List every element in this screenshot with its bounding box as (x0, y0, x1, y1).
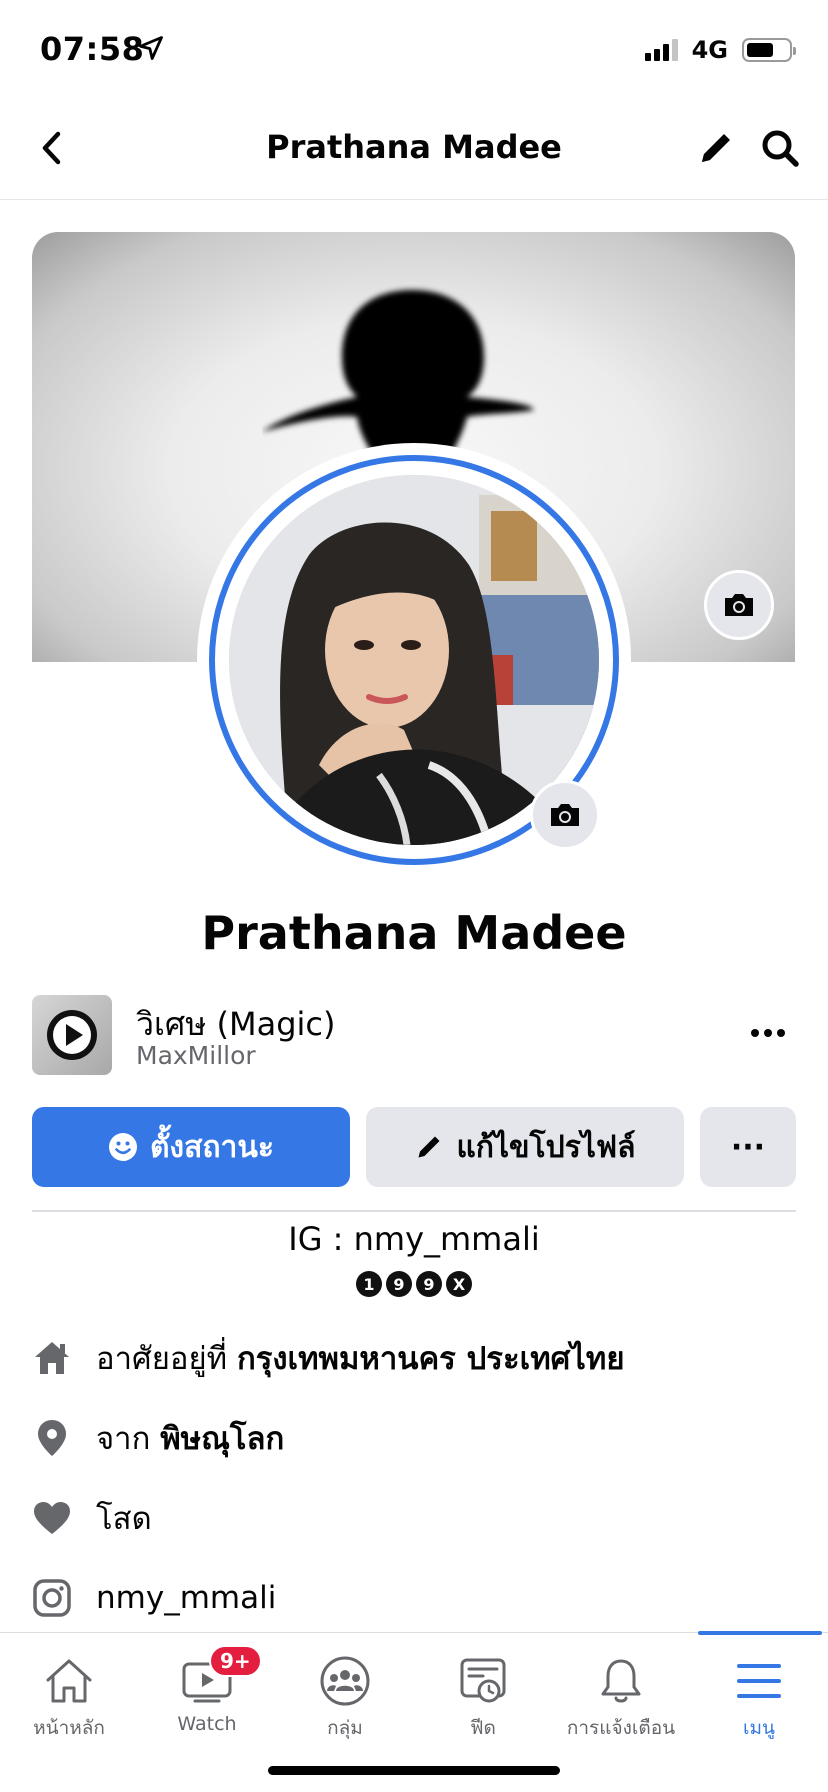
more-horizontal-icon (751, 1029, 785, 1037)
detail-lives-prefix: อาศัยอยู่ที่ (96, 1341, 228, 1377)
profile-actions: ตั้งสถานะ แก้ไขโปรไฟล์ ··· (32, 1107, 796, 1187)
profile-details: อาศัยอยู่ที่ กรุงเทพมหานคร ประเทศไทย จาก… (32, 1318, 796, 1638)
heart-icon (32, 1498, 72, 1538)
feed-icon (453, 1653, 513, 1709)
location-pin-icon (32, 1418, 72, 1458)
detail-relationship-text: โสด (96, 1501, 152, 1537)
home-indicator[interactable] (268, 1766, 560, 1775)
search-icon (762, 130, 799, 167)
camera-icon (725, 594, 753, 616)
battery-icon (742, 38, 796, 62)
bio-badge: 9 (416, 1271, 442, 1297)
tab-groups-label: กลุ่ม (327, 1717, 363, 1739)
menu-icon (729, 1653, 789, 1709)
detail-from-prefix: จาก (96, 1421, 151, 1457)
music-more-button[interactable] (740, 1013, 796, 1053)
detail-instagram-handle[interactable]: nmy_mmali (96, 1580, 276, 1616)
profile-bio: IG : nmy_mmali (288, 1220, 540, 1258)
divider (32, 1210, 796, 1212)
detail-lives-in[interactable]: อาศัยอยู่ที่ กรุงเทพมหานคร ประเทศไทย (32, 1318, 796, 1398)
set-status-button[interactable]: ตั้งสถานะ (32, 1107, 350, 1187)
profile-music[interactable]: วิเศษ (Magic) MaxMillor (32, 995, 796, 1075)
music-artist: MaxMillor (136, 1041, 256, 1070)
location-arrow-icon (139, 36, 163, 60)
tab-watch-label: Watch (177, 1713, 237, 1735)
play-icon (47, 1010, 97, 1060)
tab-groups[interactable]: กลุ่ม (276, 1633, 414, 1753)
camera-icon (551, 804, 579, 826)
bio-badge: 1 (356, 1271, 382, 1297)
home-icon (32, 1338, 72, 1378)
tab-feed-label: ฟีด (470, 1717, 496, 1739)
detail-from[interactable]: จาก พิษณุโลก (32, 1398, 796, 1478)
detail-lives-place[interactable]: กรุงเทพมหานคร ประเทศไทย (237, 1341, 625, 1377)
edit-profile-button[interactable]: แก้ไขโปรไฟล์ (366, 1107, 684, 1187)
pencil-icon (702, 134, 730, 162)
watch-icon: 9+ (177, 1645, 262, 1709)
watch-badge: 9+ (209, 1645, 262, 1677)
tab-notifications[interactable]: การแจ้งเตือน (552, 1633, 690, 1753)
detail-instagram[interactable]: nmy_mmali (32, 1558, 796, 1638)
tab-notifications-label: การแจ้งเตือน (566, 1717, 676, 1739)
tab-watch[interactable]: 9+ Watch (138, 1633, 276, 1753)
profile-more-label: ··· (730, 1129, 766, 1165)
bell-icon (591, 1653, 651, 1709)
bio-badges: 1 9 9 X (0, 1271, 828, 1297)
bio-badge: X (446, 1271, 472, 1297)
network-type: 4G (691, 36, 728, 64)
detail-from-place[interactable]: พิษณุโลก (160, 1421, 284, 1457)
tab-menu[interactable]: เมนู (690, 1631, 828, 1753)
status-indicators: 4G (644, 36, 796, 64)
tab-home-label: หน้าหลัก (33, 1717, 105, 1739)
home-icon (39, 1653, 99, 1709)
profile-more-button[interactable]: ··· (700, 1107, 796, 1187)
music-thumbnail[interactable] (32, 995, 112, 1075)
pencil-icon (418, 1136, 440, 1158)
detail-relationship[interactable]: โสด (32, 1478, 796, 1558)
edit-profile-label: แก้ไขโปรไฟล์ (456, 1129, 636, 1165)
cell-signal-icon (644, 39, 678, 61)
tab-home[interactable]: หน้าหลัก (0, 1633, 138, 1753)
set-status-label: ตั้งสถานะ (149, 1129, 275, 1165)
status-bar: 07:58 4G (0, 0, 828, 96)
profile-camera-button[interactable] (530, 780, 600, 850)
bio-badge: 9 (386, 1271, 412, 1297)
tab-feed[interactable]: ฟีด (414, 1633, 552, 1753)
groups-icon (315, 1653, 375, 1709)
instagram-icon (32, 1578, 72, 1618)
cover-camera-button[interactable] (704, 570, 774, 640)
edit-button[interactable] (692, 124, 740, 172)
nav-header: Prathana Madee (0, 96, 828, 200)
profile-name: Prathana Madee (201, 906, 627, 960)
smiley-icon (108, 1133, 137, 1161)
tab-menu-label: เมนู (742, 1717, 775, 1739)
status-time: 07:58 (40, 30, 145, 68)
search-button[interactable] (756, 124, 804, 172)
